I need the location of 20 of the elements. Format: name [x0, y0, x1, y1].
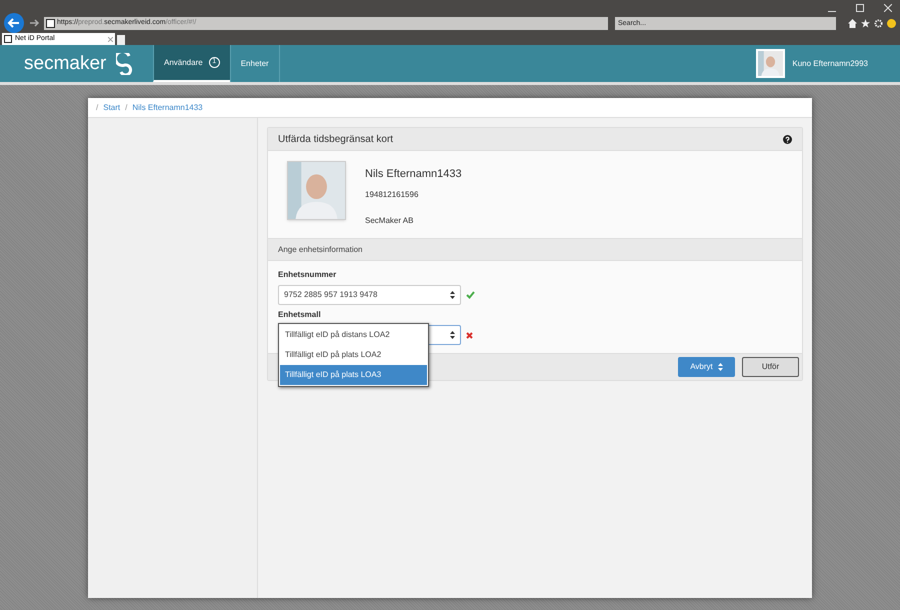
- panel-title: Utfärda tidsbegränsat kort: [278, 132, 394, 146]
- cancel-button[interactable]: Avbryt: [678, 357, 735, 377]
- breadcrumb-separator: /: [96, 102, 98, 114]
- field-label: Enhetsnummer: [278, 269, 338, 281]
- select-field[interactable]: 9752 2885 957 1913 9478: [278, 285, 461, 305]
- nav-tab[interactable]: Enheter: [230, 45, 279, 82]
- breadcrumb-link[interactable]: Start: [103, 102, 120, 114]
- field-label: Enhetsmall: [278, 309, 322, 321]
- logo-text: secmaker: [24, 54, 106, 73]
- person-id: 194812161596: [365, 188, 420, 200]
- breadcrumb-separator: /: [125, 102, 128, 114]
- dropdown-option[interactable]: Tillfälligt eID på plats LOA3: [280, 365, 427, 385]
- submit-button[interactable]: Utför: [742, 357, 799, 377]
- dropdown-option[interactable]: Tillfälligt eID på distans LOA2: [280, 325, 427, 345]
- section-title: Ange enhetsinformation: [278, 244, 362, 256]
- breadcrumb-link[interactable]: Nils Efternamn1433: [132, 102, 203, 114]
- user-name: Kuno Efternamn2993: [792, 58, 868, 70]
- person-name: Nils Efternamn1433: [365, 167, 462, 182]
- dropdown-option[interactable]: Tillfälligt eID på plats LOA2: [280, 345, 427, 365]
- organization: SecMaker AB: [365, 214, 414, 226]
